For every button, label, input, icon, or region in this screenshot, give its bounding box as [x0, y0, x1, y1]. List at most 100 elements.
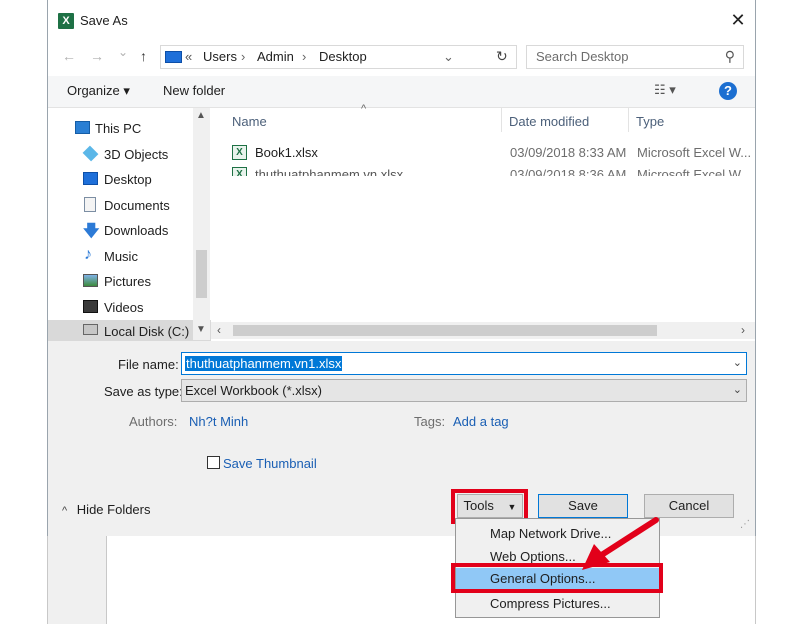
desktop-icon — [83, 172, 98, 185]
table-row[interactable]: X Book1.xlsx 03/09/2018 8:33 AM Microsof… — [214, 142, 754, 164]
sidebar-item-music[interactable]: ♪ Music — [48, 244, 211, 268]
search-icon[interactable]: ⚲ — [725, 48, 735, 65]
sidebar-item-label: Desktop — [104, 172, 152, 187]
chevron-down-icon[interactable]: ⌄ — [733, 383, 742, 396]
breadcrumb-admin[interactable]: Admin — [257, 49, 294, 64]
save-thumbnail-label[interactable]: Save Thumbnail — [223, 456, 317, 471]
sidebar-item-this-pc[interactable]: This PC — [48, 116, 211, 140]
sidebar-item-label: Videos — [104, 300, 144, 315]
sidebar-item-3d-objects[interactable]: 3D Objects — [48, 142, 211, 166]
scrollbar-thumb[interactable] — [196, 250, 207, 298]
authors-label: Authors: — [129, 414, 178, 429]
file-list-horizontal-scrollbar[interactable]: ‹ › — [211, 322, 755, 339]
sidebar-item-label: This PC — [95, 121, 142, 136]
dialog-title: Save As — [80, 13, 128, 28]
picture-icon — [83, 274, 98, 287]
scroll-down-icon[interactable]: ▼ — [196, 324, 206, 335]
new-folder-button[interactable]: New folder — [163, 83, 225, 98]
table-row[interactable]: X thuthuatphanmem.vn.xlsx 03/09/2018 8:3… — [214, 164, 754, 176]
help-icon[interactable]: ? — [719, 82, 737, 100]
save-options-panel: File name: thuthuatphanmem.vn1.xlsx ⌄ Sa… — [48, 341, 755, 536]
sidebar-item-label: Pictures — [104, 274, 151, 289]
navigation-pane: This PC 3D Objects Desktop Documents 🡇 D… — [48, 108, 211, 342]
hide-folders-button[interactable]: ^ Hide Folders — [62, 502, 151, 517]
save-thumbnail-checkbox[interactable] — [207, 456, 220, 469]
arrow-head — [582, 544, 610, 570]
file-date: 03/09/2018 8:33 AM — [510, 145, 627, 160]
save-as-dialog: X Save As ✕ ← → ⌄ ↑ « Users › Admin › De… — [47, 0, 756, 536]
forward-arrow-icon[interactable]: → — [90, 48, 104, 64]
navigation-pane-scrollbar[interactable]: ▲ ▼ — [193, 108, 210, 340]
view-options-icon[interactable]: ☷ ▾ — [654, 82, 676, 98]
scroll-up-icon[interactable]: ▲ — [196, 110, 206, 121]
up-arrow-icon[interactable]: ↑ — [140, 48, 147, 64]
search-input[interactable]: Search Desktop — [536, 49, 629, 64]
refresh-icon[interactable]: ↻ — [496, 48, 508, 65]
back-arrow-icon[interactable]: ← — [62, 48, 76, 64]
file-date: 03/09/2018 8:36 AM — [510, 167, 627, 176]
sidebar-item-local-disk[interactable]: Local Disk (C:) — [48, 320, 211, 342]
file-name-label: File name: — [118, 357, 179, 372]
organize-button[interactable]: Organize ▾ — [67, 83, 130, 99]
scroll-right-icon[interactable]: › — [741, 323, 745, 337]
sidebar-item-documents[interactable]: Documents — [48, 193, 211, 217]
annotation-arrow — [582, 517, 659, 570]
menu-item-compress-pictures[interactable]: Compress Pictures... — [456, 593, 659, 615]
chevron-up-icon: ^ — [62, 505, 68, 517]
hide-folders-label: Hide Folders — [76, 502, 151, 517]
search-box[interactable]: Search Desktop ⚲ — [526, 45, 744, 69]
breadcrumb-desktop[interactable]: Desktop — [319, 49, 367, 64]
sort-ascending-icon: ^ — [361, 103, 367, 115]
scrollbar-thumb[interactable] — [233, 325, 657, 336]
film-icon — [83, 300, 98, 313]
resize-grip-icon[interactable]: ⋰ — [740, 519, 750, 530]
breadcrumb-separator-icon[interactable]: › — [302, 49, 306, 64]
breadcrumb-users[interactable]: Users — [203, 49, 237, 64]
document-icon — [84, 197, 96, 212]
file-name-field[interactable]: thuthuatphanmem.vn1.xlsx ⌄ — [181, 352, 747, 375]
address-dropdown-icon[interactable]: ⌄ — [443, 49, 454, 65]
save-as-type-label: Save as type: — [104, 384, 183, 399]
menu-item-label: Compress Pictures... — [490, 596, 611, 611]
computer-icon — [75, 121, 90, 134]
breadcrumb-separator-icon[interactable]: › — [241, 49, 245, 64]
download-arrow-icon: 🡇 — [83, 223, 100, 240]
column-header-name[interactable]: Name — [232, 114, 267, 129]
excel-file-icon: X — [232, 145, 247, 160]
add-tag-link[interactable]: Add a tag — [453, 414, 509, 429]
sidebar-item-label: 3D Objects — [104, 147, 169, 162]
background-panel-left — [47, 536, 107, 624]
file-type: Microsoft Excel W... — [637, 145, 752, 160]
chevron-down-icon[interactable]: ⌄ — [733, 356, 742, 369]
command-bar: Organize ▾ New folder ☷ ▾ ? — [48, 76, 755, 108]
breadcrumb-overflow[interactable]: « — [185, 49, 192, 64]
title-bar: X Save As ✕ — [48, 0, 755, 42]
authors-value[interactable]: Nh?t Minh — [189, 414, 248, 429]
sidebar-item-pictures[interactable]: Pictures — [48, 269, 211, 293]
music-note-icon: ♪ — [84, 246, 92, 263]
column-header-date[interactable]: Date modified — [509, 114, 589, 129]
address-bar[interactable]: « Users › Admin › Desktop ⌄ ↻ — [160, 45, 517, 69]
file-name: thuthuatphanmem.vn.xlsx — [255, 167, 404, 176]
recent-locations-chevron-icon[interactable]: ⌄ — [118, 45, 128, 59]
tags-label: Tags: — [414, 414, 446, 429]
scroll-left-icon[interactable]: ‹ — [217, 323, 221, 337]
computer-icon — [165, 51, 182, 63]
excel-file-icon: X — [232, 167, 247, 176]
sidebar-item-videos[interactable]: Videos — [48, 295, 211, 319]
disk-icon — [83, 324, 98, 335]
column-divider[interactable] — [628, 108, 629, 132]
sidebar-item-label: Music — [104, 249, 138, 264]
column-divider[interactable] — [501, 108, 502, 132]
cube-icon — [82, 145, 99, 162]
file-name: Book1.xlsx — [255, 145, 318, 160]
save-as-type-select[interactable]: Excel Workbook (*.xlsx) ⌄ — [181, 379, 747, 402]
sidebar-item-label: Downloads — [104, 223, 169, 238]
column-header-type[interactable]: Type — [636, 114, 664, 129]
sidebar-item-label: Local Disk (C:) — [104, 324, 190, 339]
sidebar-item-downloads[interactable]: 🡇 Downloads — [48, 218, 211, 242]
sidebar-item-label: Documents — [104, 198, 170, 213]
close-icon[interactable]: ✕ — [728, 9, 748, 31]
sidebar-item-desktop[interactable]: Desktop — [48, 167, 211, 191]
file-name-value[interactable]: thuthuatphanmem.vn1.xlsx — [185, 356, 343, 371]
